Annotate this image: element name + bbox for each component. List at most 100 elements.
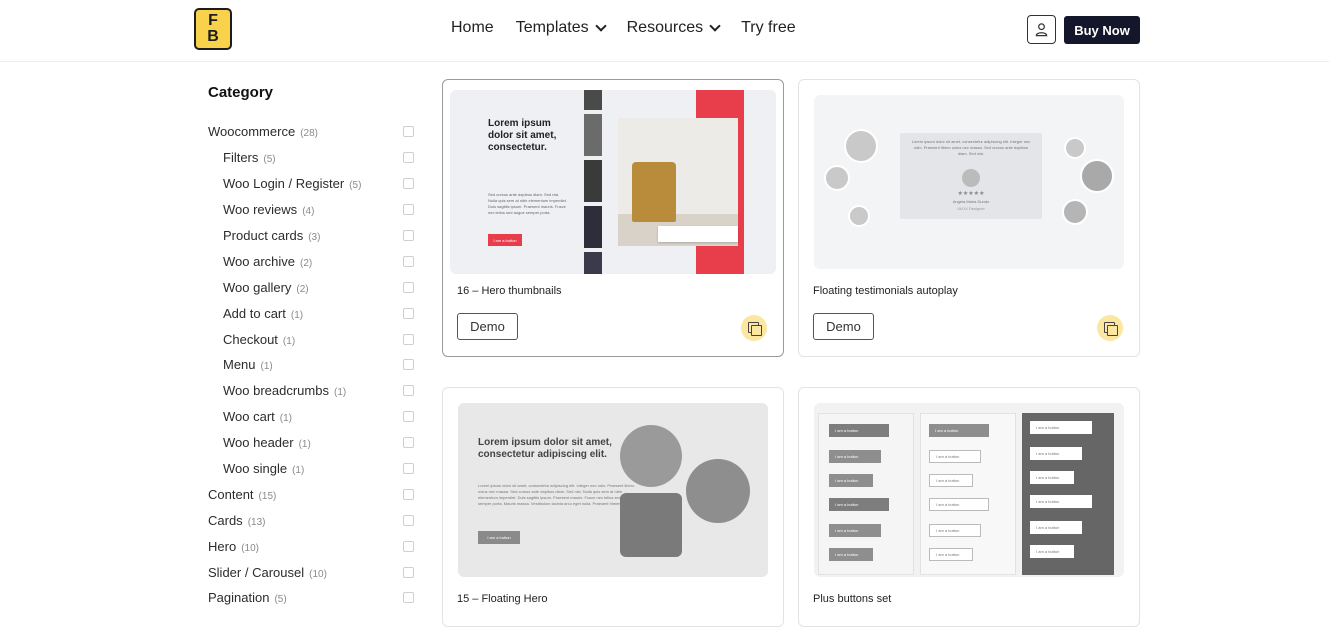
category-item[interactable]: Slider / Carousel (10) (208, 559, 414, 585)
category-item-label: Pagination (5) (208, 590, 287, 605)
preview-button: I am a button (488, 234, 522, 246)
logo-letter-b: B (207, 28, 219, 45)
template-preview[interactable]: Lorem ipsum dolor sit amet, consectetur.… (450, 90, 776, 274)
category-item-label: Add to cart (1) (223, 306, 303, 321)
template-card[interactable]: Lorem ipsum dolor sit amet, consectetur.… (442, 79, 784, 357)
preview-button: I am a button (829, 424, 889, 437)
preview-photo (620, 493, 682, 557)
category-item[interactable]: Content (15) (208, 481, 414, 507)
preview-photo (618, 118, 738, 246)
preview-button: I am a button (478, 531, 520, 544)
preview-button: I am a button (1030, 421, 1092, 434)
category-checkbox[interactable] (403, 385, 414, 397)
category-checkbox[interactable] (403, 255, 414, 267)
preview-button-column: I am a button I am a button I am a butto… (1022, 413, 1114, 575)
category-item[interactable]: Woocommerce (28) (208, 119, 414, 145)
nav-try-free[interactable]: Try free (741, 19, 796, 37)
demo-button[interactable]: Demo (457, 313, 518, 340)
nav-home[interactable]: Home (451, 19, 494, 37)
category-checkbox[interactable] (403, 592, 414, 604)
category-item[interactable]: Woo breadcrumbs (1) (208, 378, 414, 404)
card-title[interactable]: Floating testimonials autoplay (813, 285, 958, 297)
category-checkbox[interactable] (403, 514, 414, 526)
category-item[interactable]: Woo archive (2) (208, 248, 414, 274)
template-card[interactable]: Lorem ipsum dolor sit amet, consectetur … (798, 79, 1140, 357)
copy-button[interactable] (741, 315, 767, 341)
preview-button: I am a button (929, 498, 989, 511)
category-item-label: Woo breadcrumbs (1) (223, 383, 346, 398)
card-title[interactable]: 16 – Hero thumbnails (457, 285, 562, 297)
category-checkbox[interactable] (403, 463, 414, 475)
category-name: Woo Login / Register (223, 176, 345, 192)
category-checkbox[interactable] (403, 178, 414, 190)
category-item-label: Woo gallery (2) (223, 280, 309, 295)
category-checkbox[interactable] (403, 437, 414, 449)
nav-templates[interactable]: Templates (516, 19, 607, 37)
demo-button[interactable]: Demo (813, 313, 874, 340)
category-item[interactable]: Menu (1) (208, 352, 414, 378)
category-item[interactable]: Woo gallery (2) (208, 274, 414, 300)
category-checkbox[interactable] (403, 333, 414, 345)
category-checkbox[interactable] (403, 540, 414, 552)
category-item-label: Checkout (1) (223, 332, 295, 347)
template-preview[interactable]: Lorem ipsum dolor sit amet, consectetur … (814, 95, 1124, 269)
category-count: (1) (282, 335, 296, 347)
nav-home-label: Home (451, 19, 494, 36)
preview-photo (620, 425, 682, 487)
category-checkbox[interactable] (403, 307, 414, 319)
category-item[interactable]: Woo reviews (4) (208, 197, 414, 223)
category-checkbox[interactable] (403, 359, 414, 371)
nav-resources[interactable]: Resources (627, 19, 721, 37)
template-card[interactable]: I am a button I am a button I am a butto… (798, 387, 1140, 627)
chevron-down-icon (594, 20, 607, 32)
preview-button: I am a button (1030, 545, 1074, 558)
category-checkbox[interactable] (403, 126, 414, 138)
preview-button: I am a button (929, 450, 981, 463)
copy-icon (1104, 322, 1118, 336)
category-checkbox[interactable] (403, 281, 414, 293)
category-checkbox[interactable] (403, 411, 414, 423)
template-preview[interactable]: Lorem ipsum dolor sit amet, consectetur … (458, 403, 768, 577)
preview-button: I am a button (929, 474, 973, 487)
category-item[interactable]: Add to cart (1) (208, 300, 414, 326)
category-item[interactable]: Hero (10) (208, 533, 414, 559)
category-name: Woo reviews (223, 202, 298, 218)
template-card[interactable]: Lorem ipsum dolor sit amet, consectetur … (442, 387, 784, 627)
copy-button[interactable] (1097, 315, 1123, 341)
preview-strip (584, 114, 602, 156)
category-item[interactable]: Woo header (1) (208, 430, 414, 456)
category-item-label: Woo reviews (4) (223, 202, 314, 217)
category-item[interactable]: Pagination (5) (208, 585, 414, 611)
user-icon (1035, 23, 1048, 37)
category-name: Product cards (223, 228, 304, 243)
preview-strip (584, 160, 602, 202)
category-item[interactable]: Product cards (3) (208, 223, 414, 249)
category-count: (5) (263, 154, 276, 166)
account-button[interactable] (1027, 15, 1056, 44)
card-title[interactable]: 15 – Floating Hero (457, 593, 548, 605)
category-name: Woo breadcrumbs (223, 383, 329, 399)
preview-avatar (848, 205, 870, 227)
category-item-label: Woo archive (2) (223, 254, 312, 269)
category-checkbox[interactable] (403, 488, 414, 500)
category-item[interactable]: Filters (5) (208, 145, 414, 171)
category-name: Content (208, 486, 254, 502)
category-checkbox[interactable] (403, 230, 414, 241)
category-item[interactable]: Checkout (1) (208, 326, 414, 352)
template-preview[interactable]: I am a button I am a button I am a butto… (814, 403, 1124, 577)
category-checkbox[interactable] (403, 204, 414, 216)
logo[interactable]: F B (194, 8, 232, 50)
main-nav: Home Templates Resources Try free (451, 19, 796, 37)
category-item[interactable]: Cards (13) (208, 507, 414, 533)
preview-button: I am a button (1030, 447, 1082, 460)
category-name: Slider / Carousel (208, 564, 305, 580)
card-title[interactable]: Plus buttons set (813, 593, 891, 605)
category-checkbox[interactable] (403, 152, 414, 164)
category-count: (4) (302, 206, 315, 218)
category-item[interactable]: Woo cart (1) (208, 404, 414, 430)
category-item[interactable]: Woo single (1) (208, 456, 414, 482)
buy-now-button[interactable]: Buy Now (1064, 16, 1140, 44)
preview-avatar (824, 165, 850, 191)
category-item[interactable]: Woo Login / Register (5) (208, 171, 414, 197)
category-checkbox[interactable] (403, 566, 414, 578)
